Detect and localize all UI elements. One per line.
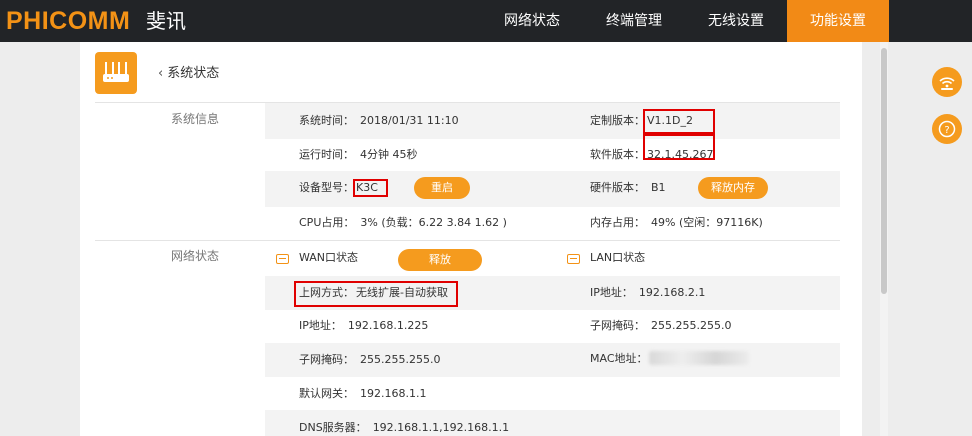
system-time-row: 系统时间： 2018/01/31 11:10 [299,114,459,127]
wan-ip-row: IP地址： 192.168.1.225 [299,319,429,332]
section-label-network-status: 网络状态 [171,249,220,263]
release-memory-button[interactable]: 释放内存 [698,177,768,199]
wan-gateway-row: 默认网关： 192.168.1.1 [299,387,427,400]
top-navigation-bar: PHICOMM 斐讯 网络状态 终端管理 无线设置 功能设置 [0,0,972,42]
highlight-box [294,281,458,307]
divider [95,102,840,103]
lan-port-icon [567,254,580,264]
lan-subnet-row: 子网掩码： 255.255.255.0 [590,319,732,332]
wan-dns-row: DNS服务器： 192.168.1.1,192.168.1.1 [299,421,510,434]
highlight-box [643,109,715,134]
lan-status-title: LAN口状态 [590,251,646,264]
scrollbar-thumb[interactable] [881,48,887,294]
uptime-row: 运行时间： 4分钟 45秒 [299,148,418,161]
cpu-row: CPU占用： 3% (负载：6.22 3.84 1.62 ) [299,216,507,229]
nav-function-settings[interactable]: 功能设置 [787,0,889,42]
lan-ip-row: IP地址： 192.168.2.1 [590,286,706,299]
nav-wireless-settings[interactable]: 无线设置 [692,0,780,42]
nav-device-management[interactable]: 终端管理 [590,0,678,42]
highlight-box [353,179,388,197]
wan-status-title: WAN口状态 [299,251,359,264]
nav-network-status[interactable]: 网络状态 [488,0,576,42]
svg-text:?: ? [944,125,949,136]
back-label: 系统状态 [167,66,220,81]
restart-button[interactable]: 重启 [414,177,470,199]
redacted-mac-value [649,351,749,365]
highlight-box [643,134,715,160]
release-button[interactable]: 释放 [398,249,482,271]
lan-mac-row: MAC地址： [590,352,648,365]
memory-row: 内存占用： 49% (空闲：97116K) [590,216,763,229]
wifi-icon[interactable] [932,67,962,97]
back-link[interactable]: ‹ 系统状态 [158,65,219,83]
chevron-left-icon: ‹ [158,66,164,81]
divider [95,240,840,241]
wan-subnet-row: 子网掩码： 255.255.255.0 [299,353,441,366]
hardware-version-row: 硬件版本： B1 [590,181,666,194]
brand-logo: PHICOMM [6,7,131,35]
brand-logo-cn: 斐讯 [146,9,186,33]
router-icon [95,52,137,94]
section-label-system-info: 系统信息 [171,112,220,126]
help-icon[interactable]: ? [932,114,962,144]
wan-port-icon [276,254,289,264]
